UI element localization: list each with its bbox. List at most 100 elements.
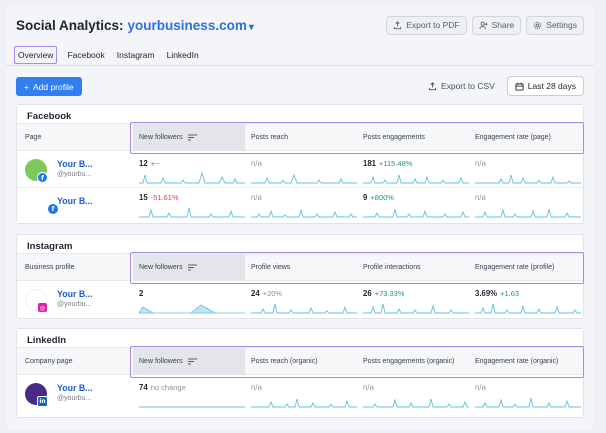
metric-value: n/a: [251, 159, 262, 168]
column-header-new-followers[interactable]: New followers: [133, 254, 245, 281]
column-header-posts-engagements[interactable]: Posts engagements (organic): [357, 348, 469, 375]
sparkline: [475, 397, 581, 408]
sparkline: [251, 173, 357, 184]
metric-value: n/a: [475, 193, 486, 202]
export-icon: [394, 20, 402, 29]
account-name[interactable]: Your B...: [57, 196, 93, 206]
table-header: Page New followers Posts reach Posts eng…: [17, 123, 583, 151]
metric-value: n/a: [251, 193, 262, 202]
sparkline: [475, 174, 581, 184]
table-row[interactable]: f Your B... @yourbu... 12 +-- n/a 181 +115…: [17, 155, 583, 188]
tab-overview[interactable]: Overview: [14, 46, 58, 64]
sparkline: [363, 174, 469, 184]
column-header-profile-interactions[interactable]: Profile interactions: [357, 254, 469, 281]
facebook-section: Facebook Page New followers Posts reach …: [16, 104, 584, 224]
tab-linkedin[interactable]: LinkedIn: [165, 47, 201, 63]
export-pdf-button[interactable]: Export to PDF: [386, 15, 467, 35]
date-range-button[interactable]: Last 28 days: [506, 76, 584, 96]
sparkline: [475, 303, 581, 314]
metric-value: 9 +800%: [363, 193, 394, 202]
column-header-page: Page: [25, 134, 42, 141]
sparkline: [363, 398, 469, 408]
metric-value: 24 +20%: [251, 289, 283, 298]
column-header-new-followers[interactable]: New followers: [133, 348, 245, 375]
sparkline: [139, 304, 245, 314]
export-csv-button[interactable]: Export to CSV: [428, 81, 495, 91]
account-handle: @yourbu...: [57, 301, 92, 308]
sparkline: [251, 208, 357, 218]
linkedin-icon: in: [37, 396, 48, 407]
column-header-posts-reach[interactable]: Posts reach: [245, 124, 357, 151]
tab-facebook[interactable]: Facebook: [65, 47, 106, 63]
app-window: Social Analytics: yourbusiness.com ▾ Expor…: [6, 4, 594, 430]
table-row[interactable]: f Your B... 15 -51.61% n/a 9 +800% n/a: [17, 189, 583, 222]
domain-selector[interactable]: yourbusiness.com: [128, 18, 247, 33]
sort-icon: [187, 264, 197, 271]
sparkline: [139, 406, 245, 408]
metric-cell: 3.69% +1.63: [475, 289, 581, 315]
metric-value: n/a: [475, 383, 486, 392]
metric-value: 74 no change: [139, 383, 186, 392]
section-title: Instagram: [27, 241, 73, 252]
tab-instagram[interactable]: Instagram: [115, 47, 157, 63]
instagram-section: Instagram Business profile New followers…: [16, 234, 584, 319]
metric-cell: 26 +73.33%: [363, 289, 469, 315]
account-name[interactable]: Your B...: [57, 383, 93, 393]
metric-cell: 2: [139, 289, 245, 315]
metric-value: n/a: [363, 383, 374, 392]
metric-value: 26 +73.33%: [363, 289, 405, 298]
export-icon: [428, 81, 437, 90]
metric-cell: 15 -51.61%: [139, 193, 245, 219]
column-header-engagement-rate[interactable]: Engagement rate (organic): [469, 348, 581, 375]
calendar-icon: [515, 82, 524, 91]
chevron-down-icon[interactable]: ▾: [249, 22, 254, 33]
sparkline: [139, 171, 245, 184]
add-user-icon: [479, 21, 488, 29]
metric-cell: n/a: [251, 159, 357, 185]
sparkline: [251, 398, 357, 408]
settings-button[interactable]: Settings: [526, 15, 584, 35]
table-row[interactable]: in Your B... @yourbu... 74 no change n/a …: [17, 379, 583, 412]
column-header-profile-views[interactable]: Profile views: [245, 254, 357, 281]
account-handle: @yourbu...: [57, 395, 92, 402]
column-header-engagement-rate[interactable]: Engagement rate (profile): [469, 254, 581, 281]
metric-value: 2: [139, 289, 144, 298]
column-header-engagement-rate[interactable]: Engagement rate (page): [469, 124, 581, 151]
metric-cell: 9 +800%: [363, 193, 469, 219]
account-name[interactable]: Your B...: [57, 289, 93, 299]
section-title: Facebook: [27, 111, 72, 122]
share-button[interactable]: Share: [471, 15, 522, 35]
facebook-icon: f: [37, 172, 48, 183]
metric-value: 181 +115.48%: [363, 159, 413, 168]
table-header: Business profile New followers Profile v…: [17, 253, 583, 281]
table-header: Company page New followers Posts reach (…: [17, 347, 583, 375]
tab-bar: Overview Facebook Instagram LinkedIn: [14, 45, 201, 65]
sparkline: [475, 208, 581, 218]
column-header-company-page: Company page: [25, 358, 73, 365]
sort-icon: [187, 134, 197, 141]
sparkline: [251, 303, 357, 314]
linkedin-section: LinkedIn Company page New followers Post…: [16, 328, 584, 418]
metric-value: n/a: [475, 159, 486, 168]
metric-cell: n/a: [363, 383, 469, 409]
instagram-icon: ◎: [37, 302, 48, 313]
column-header-new-followers[interactable]: New followers: [133, 124, 245, 151]
sparkline: [139, 207, 245, 218]
plus-icon: +: [24, 81, 29, 92]
metric-value: n/a: [251, 383, 262, 392]
sort-icon: [187, 358, 197, 365]
metric-cell: 12 +--: [139, 159, 245, 185]
section-title: LinkedIn: [27, 335, 67, 346]
metric-cell: 181 +115.48%: [363, 159, 469, 185]
page-title: Social Analytics: yourbusiness.com ▾: [16, 17, 254, 33]
table-row[interactable]: ◎ Your B... @yourbu... 2 24 +20% 26 +73.33…: [17, 285, 583, 318]
metric-cell: 74 no change: [139, 383, 245, 409]
column-header-posts-engagements[interactable]: Posts engagements: [357, 124, 469, 151]
column-header-posts-reach[interactable]: Posts reach (organic): [245, 348, 357, 375]
gear-icon: [534, 21, 542, 29]
column-header-business-profile: Business profile: [25, 264, 75, 271]
metric-cell: n/a: [251, 193, 357, 219]
account-name[interactable]: Your B...: [57, 159, 93, 169]
metric-value: 12 +--: [139, 159, 161, 168]
add-profile-button[interactable]: + Add profile: [16, 77, 82, 96]
